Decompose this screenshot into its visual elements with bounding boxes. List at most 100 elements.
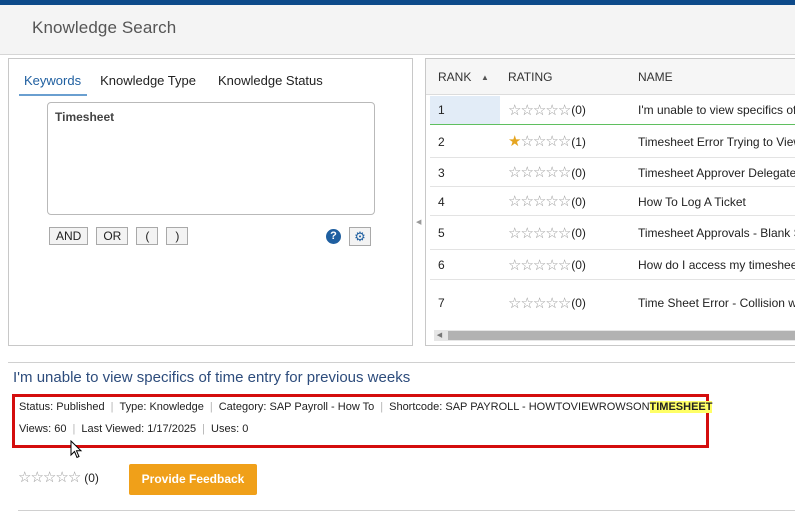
row-rating: ☆ ☆ ☆ ☆ ☆ (0) bbox=[508, 188, 586, 215]
star-empty-icon: ☆ bbox=[508, 224, 522, 242]
star-empty-icon: ☆ bbox=[520, 133, 534, 150]
star-empty-icon: ☆ bbox=[545, 133, 559, 150]
star-empty-icon: ☆ bbox=[532, 224, 547, 242]
star-empty-icon: ☆ bbox=[557, 101, 572, 119]
star-empty-icon: ☆ bbox=[42, 469, 57, 486]
row-rank: 1 bbox=[430, 96, 500, 124]
rating-count: (0) bbox=[571, 258, 586, 272]
star-empty-icon: ☆ bbox=[532, 193, 547, 210]
type-text: Type: Knowledge bbox=[119, 401, 204, 413]
star-empty-icon: ☆ bbox=[557, 193, 572, 210]
rating-count: (1) bbox=[571, 134, 586, 149]
row-rating: ☆ ☆ ☆ ☆ ☆ (0) bbox=[508, 159, 586, 186]
row-name[interactable]: I'm unable to view specifics of bbox=[638, 96, 795, 124]
table-row[interactable]: 3 ☆ ☆ ☆ ☆ ☆ (0) Timesheet Approver Delegate bbox=[430, 159, 795, 187]
rating-stars: ☆ ☆ ☆ ☆ ☆ bbox=[508, 101, 572, 119]
column-header-name[interactable]: NAME bbox=[638, 70, 673, 84]
divider bbox=[18, 510, 795, 511]
article-rating: ☆ ☆ ☆ ☆ ☆ (0) bbox=[18, 470, 99, 485]
category-label: Category: bbox=[218, 401, 267, 413]
scrollbar-thumb[interactable] bbox=[448, 331, 795, 340]
row-name[interactable]: How do I access my timesheet bbox=[638, 251, 795, 279]
table-row[interactable]: 5 ☆ ☆ ☆ ☆ ☆ (0) Timesheet Approvals - Blank … bbox=[430, 217, 795, 250]
table-row[interactable]: 2 ★ ☆ ☆ ☆ ☆ (1) Timesheet Error Trying to Vi… bbox=[430, 126, 795, 158]
metadata-line-1: Status: Published | Type: Knowledge | Ca… bbox=[19, 401, 713, 413]
open-paren-button[interactable]: ( bbox=[136, 227, 159, 245]
rating-count: (0) bbox=[84, 470, 99, 485]
separator: | bbox=[202, 423, 206, 435]
or-button[interactable]: OR bbox=[96, 227, 129, 245]
article-detail-header: I'm unable to view specifics of time ent… bbox=[8, 362, 795, 390]
star-empty-icon: ☆ bbox=[520, 101, 534, 119]
separator: | bbox=[380, 401, 384, 413]
results-table: RANK ▲ RATING NAME 1 ☆ ☆ ☆ ☆ ☆ (0) I'm unabl… bbox=[425, 58, 795, 346]
row-name[interactable]: Timesheet Error Trying to View bbox=[638, 126, 795, 157]
close-paren-button[interactable]: ) bbox=[166, 227, 189, 245]
row-rank: 2 bbox=[438, 134, 445, 149]
rating-stars: ★ ☆ ☆ ☆ ☆ bbox=[508, 133, 572, 150]
star-empty-icon: ☆ bbox=[30, 469, 44, 486]
row-rating: ☆ ☆ ☆ ☆ ☆ (0) bbox=[508, 251, 586, 279]
search-panel: Keywords Knowledge Type Knowledge Status… bbox=[8, 58, 413, 346]
star-empty-icon: ☆ bbox=[545, 294, 559, 312]
provide-feedback-button[interactable]: Provide Feedback bbox=[129, 464, 257, 495]
panel-splitter-handle[interactable]: ◀ bbox=[416, 218, 421, 226]
rating-count: (0) bbox=[571, 165, 586, 180]
table-row[interactable]: 7 ☆ ☆ ☆ ☆ ☆ (0) Time Sheet Error - Collision… bbox=[430, 281, 795, 325]
star-empty-icon: ☆ bbox=[557, 224, 572, 242]
rating-count: (0) bbox=[571, 103, 586, 117]
search-tabs: Keywords Knowledge Type Knowledge Status bbox=[19, 73, 332, 96]
table-row[interactable]: 1 ☆ ☆ ☆ ☆ ☆ (0) I'm unable to view specifics… bbox=[430, 96, 795, 125]
uses-label: Uses: bbox=[211, 423, 240, 435]
tab-knowledge-type[interactable]: Knowledge Type bbox=[91, 73, 205, 96]
operator-buttons: AND OR ( ) bbox=[49, 227, 189, 245]
column-header-rank[interactable]: RANK bbox=[438, 70, 471, 84]
star-empty-icon: ☆ bbox=[545, 101, 559, 119]
article-title: I'm unable to view specifics of time ent… bbox=[13, 369, 411, 386]
shortcode-label: Shortcode: bbox=[389, 401, 443, 413]
row-name[interactable]: How To Log A Ticket bbox=[638, 188, 795, 215]
rating-stars: ☆ ☆ ☆ ☆ ☆ bbox=[508, 193, 572, 210]
star-empty-icon: ☆ bbox=[557, 133, 572, 150]
star-empty-icon: ☆ bbox=[545, 256, 559, 274]
table-header: RANK ▲ RATING NAME bbox=[426, 59, 795, 95]
star-empty-icon: ☆ bbox=[18, 469, 32, 486]
rating-stars: ☆ ☆ ☆ ☆ ☆ bbox=[508, 256, 571, 274]
star-empty-icon: ☆ bbox=[508, 256, 522, 274]
star-empty-icon: ☆ bbox=[508, 294, 522, 312]
table-row[interactable]: 4 ☆ ☆ ☆ ☆ ☆ (0) How To Log A Ticket bbox=[430, 188, 795, 216]
row-rank: 7 bbox=[438, 296, 445, 310]
help-icon[interactable]: ? bbox=[326, 229, 341, 244]
keyword-input[interactable]: Timesheet bbox=[47, 102, 375, 215]
separator: | bbox=[110, 401, 114, 413]
rating-count: (0) bbox=[571, 194, 586, 209]
last-viewed-label: Last Viewed: bbox=[81, 423, 145, 435]
scroll-left-icon[interactable]: ◀ bbox=[434, 330, 445, 341]
separator: | bbox=[209, 401, 213, 413]
tab-knowledge-status[interactable]: Knowledge Status bbox=[209, 73, 332, 96]
settings-icon[interactable]: ⚙ bbox=[349, 227, 371, 246]
row-name[interactable]: Time Sheet Error - Collision wi bbox=[638, 281, 795, 325]
row-name[interactable]: Timesheet Approver Delegate bbox=[638, 159, 795, 186]
row-rank: 4 bbox=[438, 194, 445, 209]
last-viewed-value: 1/17/2025 bbox=[147, 423, 197, 435]
views-label: Views: bbox=[19, 423, 52, 435]
and-button[interactable]: AND bbox=[49, 227, 89, 245]
star-empty-icon: ☆ bbox=[545, 224, 559, 242]
star-empty-icon: ☆ bbox=[520, 294, 534, 312]
star-empty-icon: ☆ bbox=[508, 164, 522, 181]
tab-keywords[interactable]: Keywords bbox=[19, 73, 88, 96]
horizontal-scrollbar[interactable]: ◀ bbox=[434, 330, 795, 341]
sort-ascending-icon[interactable]: ▲ bbox=[481, 73, 489, 82]
star-empty-icon: ☆ bbox=[532, 133, 547, 150]
row-name[interactable]: Timesheet Approvals - Blank S bbox=[638, 217, 795, 249]
star-empty-icon: ☆ bbox=[532, 256, 547, 274]
row-rating: ☆ ☆ ☆ ☆ ☆ (0) bbox=[508, 217, 586, 249]
rating-stars[interactable]: ☆ ☆ ☆ ☆ ☆ bbox=[18, 469, 81, 486]
table-row[interactable]: 6 ☆ ☆ ☆ ☆ ☆ (0) How do I access my timesheet bbox=[430, 251, 795, 280]
views-value: 60 bbox=[54, 423, 67, 435]
column-header-rating[interactable]: RATING bbox=[508, 70, 552, 84]
rating-stars: ☆ ☆ ☆ ☆ ☆ bbox=[508, 164, 571, 181]
star-filled-icon: ★ bbox=[508, 133, 522, 150]
page-title: Knowledge Search bbox=[32, 18, 177, 37]
